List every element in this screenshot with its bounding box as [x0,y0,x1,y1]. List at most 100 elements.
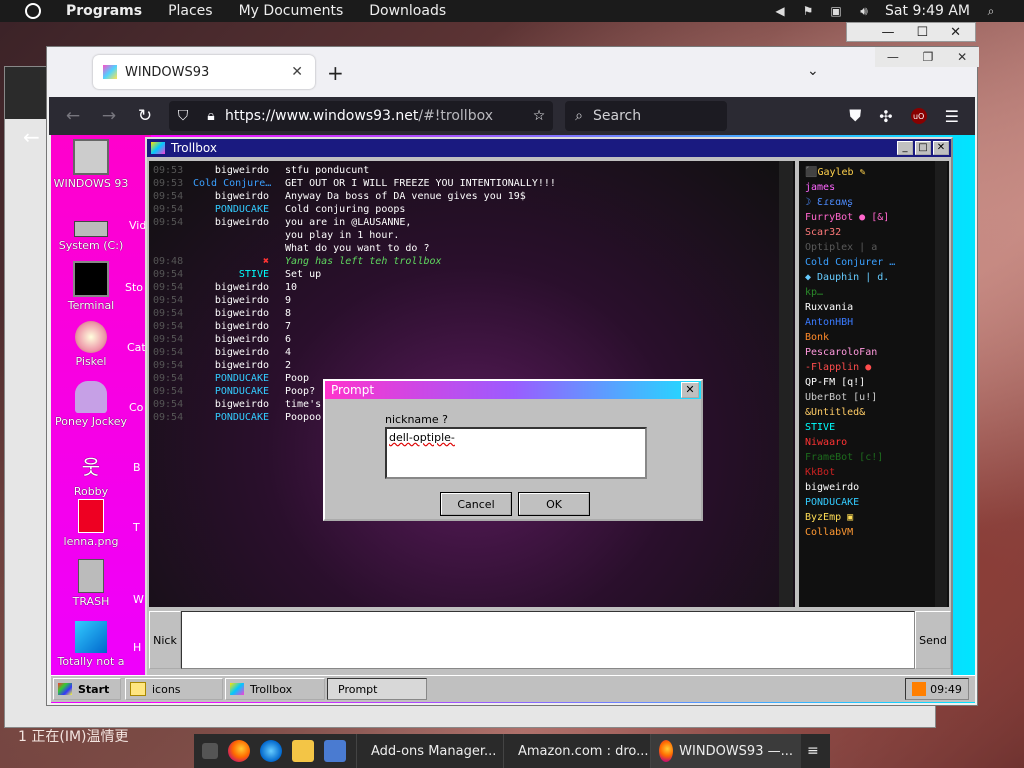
minimize-icon[interactable]: _ [897,141,913,155]
message-nick[interactable]: ✖ [193,256,269,267]
message-nick[interactable]: Cold Conjure… [193,178,271,189]
chat-input[interactable] [181,611,915,669]
close-icon[interactable]: ✕ [950,25,961,40]
start-button[interactable]: Start [53,678,121,700]
desktop-icon-windows93[interactable]: WINDOWS 93 [51,139,131,190]
message-nick[interactable]: PONDUCAKE [193,412,269,423]
nickname-input[interactable]: dell-optiple- [385,427,647,479]
task-addons-manager[interactable]: Add-ons Manager... [356,734,503,768]
user-list-item[interactable]: Niwaaro [805,437,847,448]
system-logo-icon[interactable] [22,0,44,22]
url-text[interactable]: https://www.windows93.net/#!trollbox [225,108,525,124]
menu-programs[interactable]: Programs [66,3,142,19]
internet-explorer-icon[interactable] [260,740,282,762]
minimize-icon[interactable]: — [881,25,894,40]
user-list-item[interactable]: kp… [805,287,823,298]
user-list-item[interactable]: Optiplex | a [805,242,877,253]
extensions-icon[interactable]: ✣ [879,107,892,126]
user-list-item[interactable]: FrameBot [c!] [805,452,883,463]
message-nick[interactable]: bigweirdo [193,334,269,345]
url-bar[interactable]: ⛉ 🔒︎ https://www.windows93.net/#!trollbo… [169,101,553,131]
prompt-titlebar[interactable]: Prompt ✕ [325,381,701,399]
more-icon[interactable]: ≡ [807,743,819,759]
user-list-item[interactable]: &Untitled& [805,407,865,418]
chat-scrollbar[interactable] [779,161,793,607]
user-list-item[interactable]: Bonk [805,332,829,343]
message-nick[interactable]: bigweirdo [193,191,269,202]
close-icon[interactable]: ✕ [681,382,699,398]
message-nick[interactable]: bigweirdo [193,360,269,371]
message-nick[interactable]: PONDUCAKE [193,373,269,384]
user-list-item[interactable]: CollabVM [805,527,853,538]
user-list-item[interactable]: ⬛Gayleb ✎ [805,167,866,178]
desktop-icon-robby[interactable]: 웃 Robby [51,451,131,498]
message-nick[interactable]: bigweirdo [193,165,269,176]
message-nick[interactable]: STIVE [193,269,269,280]
nick-button[interactable]: Nick [149,611,181,669]
message-nick[interactable]: bigweirdo [193,399,269,410]
user-list-item[interactable]: UberBot [u!] [805,392,877,403]
user-list-item[interactable]: ◆ Dauphin | d. [805,272,889,283]
back-icon[interactable]: ← [55,106,91,126]
desktop-icon-system-c[interactable]: System (C:) [51,211,131,252]
user-list-item[interactable]: QP-FM [q!] [805,377,865,388]
user-list-item[interactable]: ☽ Ɛɾɛɑʍʂ [805,197,853,208]
ok-button[interactable]: OK [519,493,589,515]
taskbar-item-trollbox[interactable]: Trollbox [225,678,325,700]
menu-my-documents[interactable]: My Documents [239,3,344,19]
desktop-icon-trash[interactable]: TRASH [51,559,131,608]
firefox-icon[interactable] [228,740,250,762]
arrow-left-icon[interactable]: ◀ [773,4,787,18]
menu-places[interactable]: Places [168,3,213,19]
maximize-icon[interactable]: □ [915,141,931,155]
lock-icon[interactable]: 🔒︎ [197,108,225,124]
desktop-icon-poney-jockey[interactable]: Poney Jockey [51,381,131,428]
message-nick[interactable]: bigweirdo [193,321,269,332]
user-list-item[interactable]: -Flapplin ● [805,362,871,373]
search-icon[interactable]: ⌕ [984,4,998,18]
file-manager-icon[interactable] [292,740,314,762]
message-nick[interactable]: PONDUCAKE [193,204,269,215]
user-list-item[interactable]: Cold Conjurer … [805,257,895,268]
user-list-scrollbar[interactable] [935,161,947,607]
new-tab-icon[interactable]: + [327,61,344,85]
task-windows93[interactable]: WINDOWS93 —... [650,734,801,768]
clock[interactable]: Sat 9:49 AM [885,3,970,19]
ublock-icon[interactable]: uO [910,108,927,124]
tab-windows93[interactable]: WINDOWS93 ✕ [93,55,315,89]
desktop-icon-lenna[interactable]: lenna.png [51,499,131,548]
taskbar-item-icons[interactable]: icons [125,678,223,700]
volume-icon[interactable]: 🔊︎ [857,4,871,18]
message-nick[interactable]: bigweirdo [193,295,269,306]
message-nick[interactable]: bigweirdo [193,308,269,319]
close-icon[interactable]: ✕ [957,50,967,64]
message-nick[interactable]: bigweirdo [193,217,269,228]
user-list-item[interactable]: AntonHBH [805,317,853,328]
forward-icon[interactable]: → [91,106,127,126]
message-nick[interactable]: bigweirdo [193,347,269,358]
user-list-item[interactable]: KkBot [805,467,835,478]
bookmark-star-icon[interactable]: ☆ [525,108,553,124]
task-amazon[interactable]: Amazon.com : dro... [503,734,650,768]
user-list-item[interactable]: STIVE [805,422,835,433]
user-list-item[interactable]: ByzEmp ▣ [805,512,853,523]
w93-clock[interactable]: 09:49 [905,678,969,700]
pocket-icon[interactable]: ⛊ [849,106,861,126]
close-icon[interactable]: ✕ [933,141,949,155]
taskbar-item-prompt[interactable]: Prompt [327,678,427,700]
user-list-item[interactable]: PONDUCAKE [805,497,859,508]
user-list-item[interactable]: bigweirdo [805,482,859,493]
desktop-icon-piskel[interactable]: Piskel [51,321,131,368]
network-icon[interactable]: ▣ [829,4,843,18]
user-list-item[interactable]: PescaroloFan [805,347,877,358]
shield-icon[interactable]: ⛉ [169,108,197,124]
user-list-item[interactable]: Ruxvania [805,302,853,313]
desktop-icon-totally-not-a[interactable]: Totally not a [51,621,131,668]
trollbox-titlebar[interactable]: Trollbox _ □ ✕ [147,139,951,157]
user-list-item[interactable]: Scar32 [805,227,841,238]
hamburger-menu-icon[interactable]: ☰ [945,107,959,126]
restore-icon[interactable]: ❐ [923,50,934,64]
back-arrow-icon[interactable]: ← [23,125,40,149]
message-nick[interactable]: PONDUCAKE [193,386,269,397]
minimize-icon[interactable]: — [887,50,899,64]
